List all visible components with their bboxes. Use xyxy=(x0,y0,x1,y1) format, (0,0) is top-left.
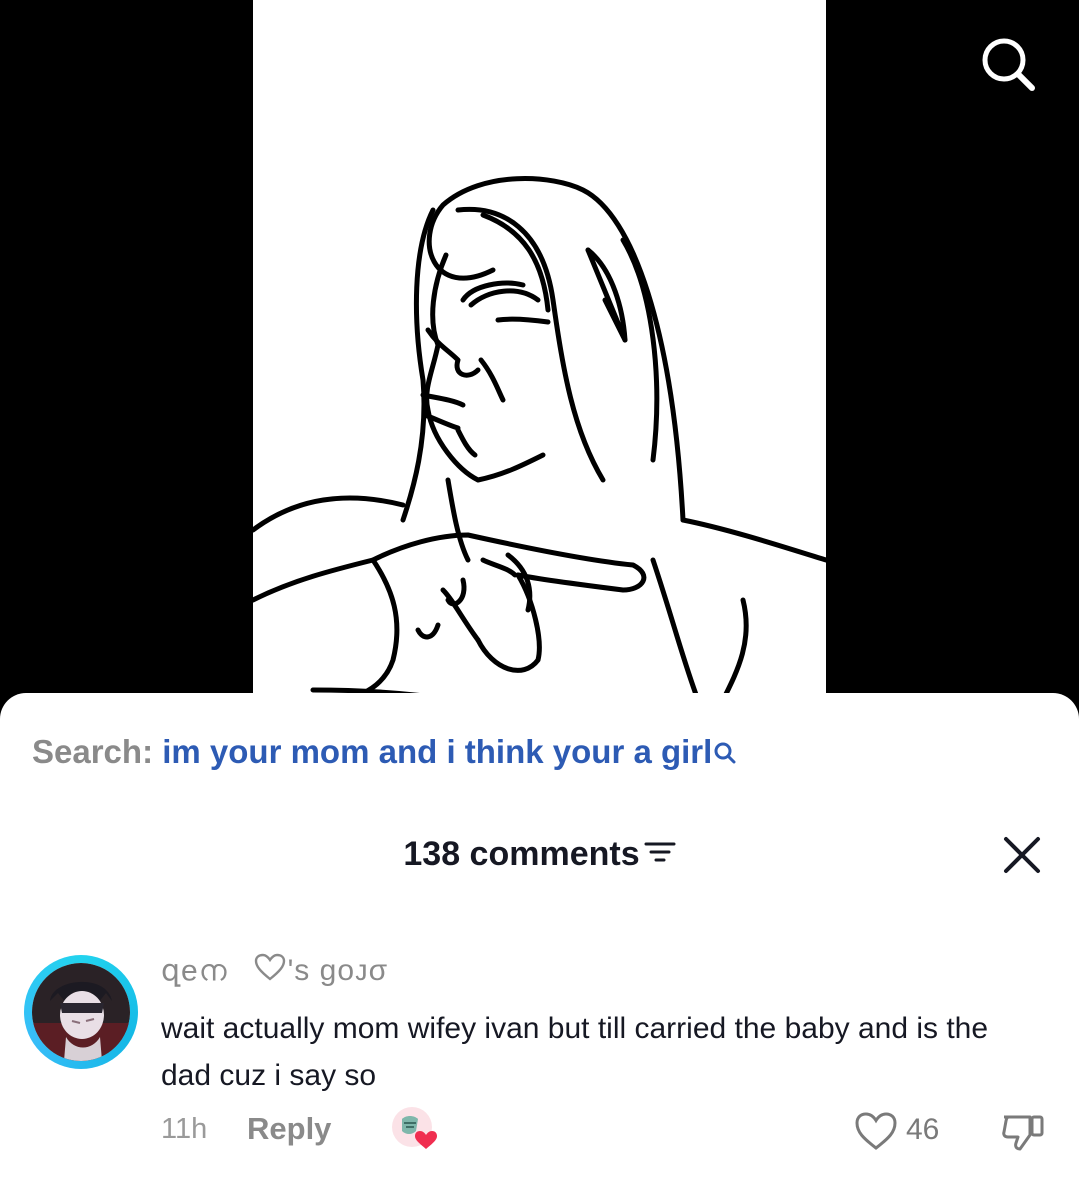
thumbs-down-icon[interactable] xyxy=(1000,1109,1046,1158)
username-part-2: 's ɡᴏᴊσ xyxy=(287,954,389,988)
search-icon[interactable] xyxy=(713,735,737,773)
comment-username[interactable]: զeന 's ɡᴏᴊσ xyxy=(161,953,388,989)
video-frame[interactable] xyxy=(253,0,826,700)
filter-icon[interactable] xyxy=(644,839,676,870)
heart-outline-icon xyxy=(254,953,286,989)
creator-liked-badge[interactable] xyxy=(390,1105,440,1151)
search-icon[interactable] xyxy=(978,34,1038,94)
close-icon[interactable] xyxy=(1001,834,1043,876)
comments-sheet: Search: im your mom and i think your a g… xyxy=(0,693,1079,1200)
comment-text: wait actually mom wifey ivan but till ca… xyxy=(161,1012,989,1092)
heart-outline-icon[interactable] xyxy=(854,1111,898,1156)
avatar[interactable] xyxy=(24,955,138,1069)
search-label: Search: xyxy=(32,733,154,770)
comment-item: զeന 's ɡᴏᴊσ wait actually mom wifey ivan … xyxy=(0,949,1079,1169)
reply-button[interactable]: Reply xyxy=(247,1111,331,1147)
line-drawing-image xyxy=(253,176,826,700)
search-query-link[interactable]: im your mom and i think your a girl xyxy=(162,733,712,770)
like-count: 46 xyxy=(906,1113,940,1146)
comment-timestamp: 11h xyxy=(161,1113,208,1145)
comments-header: 138 comments xyxy=(0,835,1079,874)
comments-count: 138 comments xyxy=(403,835,640,873)
username-part-1: զeന xyxy=(161,954,228,988)
search-suggestion[interactable]: Search: im your mom and i think your a g… xyxy=(32,733,737,773)
video-player[interactable] xyxy=(0,0,1079,700)
avatar-image xyxy=(32,963,130,1061)
